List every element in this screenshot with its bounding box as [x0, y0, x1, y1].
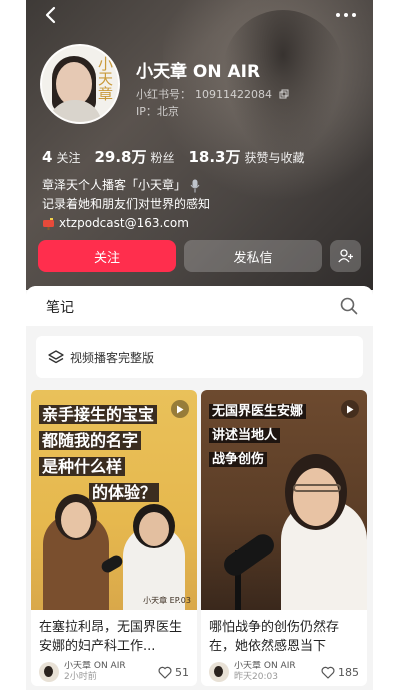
play-icon [177, 405, 184, 413]
stat-label: 获赞与收藏 [244, 151, 305, 165]
note-thumbnail: 亲手接生的宝宝 都随我的名字 是种什么样 的体验？ 小天章 EP.03 [31, 390, 197, 610]
profile-screen: 小天章 小天章 ON AIR 小红书号： 10911422084 IP：北京 4… [26, 0, 373, 690]
video-indicator [171, 400, 189, 418]
message-button[interactable]: 发私信 [184, 240, 322, 272]
tab-bar: 笔记 [26, 286, 373, 326]
thumbnail-caption: 无国界医生安娜 讲述当地人 战争创伤 [209, 400, 359, 472]
like-count: 185 [338, 665, 359, 679]
red-id-row: 小红书号： 10911422084 [136, 86, 289, 102]
stat-value: 4 [42, 148, 53, 166]
back-button[interactable] [40, 4, 62, 26]
profile-actions: 关注 发私信 [38, 240, 361, 272]
notes-sheet: 笔记 视频播客完整版 亲手接生的宝宝 都随我的名字 是种什么样 的体验？ 小天章… [26, 286, 373, 690]
note-time: 昨天20:03 [234, 672, 278, 682]
heart-icon [321, 666, 335, 679]
author-avatar[interactable] [209, 662, 229, 682]
profile-stats: 4 关注 29.8万 粉丝 18.3万 获赞与收藏 [42, 146, 305, 167]
search-icon[interactable] [339, 296, 359, 316]
copy-icon[interactable] [279, 89, 289, 99]
left-margin [0, 0, 26, 690]
note-meta: 小天章 ON AIR 2小时前 51 [31, 658, 197, 686]
follow-button[interactable]: 关注 [38, 240, 176, 272]
tab-notes[interactable]: 笔记 [46, 297, 74, 317]
note-author: 小天章 ON AIR [64, 661, 126, 671]
back-arrow-icon [45, 6, 56, 24]
note-time: 2小时前 [64, 672, 97, 682]
microphone-graphic [219, 529, 279, 581]
stat-likes-collects[interactable]: 18.3万 获赞与收藏 [188, 146, 304, 167]
bio-line-1: 章泽天个人播客「小天章」 [42, 178, 187, 192]
ip-label: IP： [136, 105, 157, 118]
stat-label: 粉丝 [150, 151, 175, 165]
ip-value: 北京 [156, 105, 179, 118]
play-icon [347, 405, 354, 413]
note-title: 在塞拉利昂，无国界医生安娜的妇产科工作... [39, 620, 183, 654]
note-meta: 小天章 ON AIR 昨天20:03 185 [201, 658, 367, 686]
red-id-label: 小红书号： [136, 88, 191, 101]
bio-email: xtzpodcast@163.com [59, 216, 189, 230]
add-friend-icon [337, 249, 353, 263]
avatar-logo-text: 小天章 [96, 56, 114, 101]
more-button[interactable] [333, 4, 359, 26]
note-card[interactable]: 无国界医生安娜 讲述当地人 战争创伤 哪怕战争的创伤仍然存在，她依然感恩当下 小… [201, 390, 367, 686]
avatar[interactable]: 小天章 [40, 44, 120, 124]
ip-location: IP：北京 [136, 103, 179, 119]
layers-icon [48, 350, 64, 364]
profile-name: 小天章 ON AIR [136, 62, 261, 82]
like-count: 51 [175, 665, 189, 679]
profile-header: 小天章 小天章 ON AIR 小红书号： 10911422084 IP：北京 4… [26, 0, 373, 290]
thumbnail-caption: 亲手接生的宝宝 都随我的名字 是种什么样 的体验？ [39, 402, 189, 506]
stat-value: 29.8万 [94, 148, 147, 166]
bio-line-2: 记录着她和朋友们对世界的感知 [42, 197, 211, 211]
collection-label: 视频播客完整版 [70, 350, 155, 365]
red-id-value: 10911422084 [195, 87, 272, 101]
header-backdrop-photo [223, 10, 343, 160]
note-title: 哪怕战争的创伤仍然存在，她依然感恩当下 [209, 620, 340, 654]
note-author: 小天章 ON AIR [234, 661, 296, 671]
right-margin [376, 0, 402, 690]
add-friend-button[interactable] [330, 240, 361, 272]
note-card[interactable]: 亲手接生的宝宝 都随我的名字 是种什么样 的体验？ 小天章 EP.03 在塞拉利… [31, 390, 197, 686]
author-avatar[interactable] [39, 662, 59, 682]
video-indicator [341, 400, 359, 418]
collection-video-podcast[interactable]: 视频播客完整版 [36, 336, 363, 378]
like-button[interactable]: 185 [321, 666, 359, 679]
heart-icon [158, 666, 172, 679]
stat-following[interactable]: 4 关注 [42, 148, 80, 166]
microphone-icon [190, 179, 200, 192]
profile-bio: 章泽天个人播客「小天章」 记录着她和朋友们对世界的感知 xtzpodcast@1… [42, 176, 210, 233]
mailbox-icon [43, 218, 54, 230]
note-thumbnail: 无国界医生安娜 讲述当地人 战争创伤 [201, 390, 367, 610]
more-dots-icon [336, 13, 356, 17]
stat-label: 关注 [56, 151, 81, 165]
stat-value: 18.3万 [188, 148, 241, 166]
episode-tag: 小天章 EP.03 [143, 596, 191, 605]
stat-followers[interactable]: 29.8万 粉丝 [94, 146, 174, 167]
like-button[interactable]: 51 [158, 666, 189, 679]
